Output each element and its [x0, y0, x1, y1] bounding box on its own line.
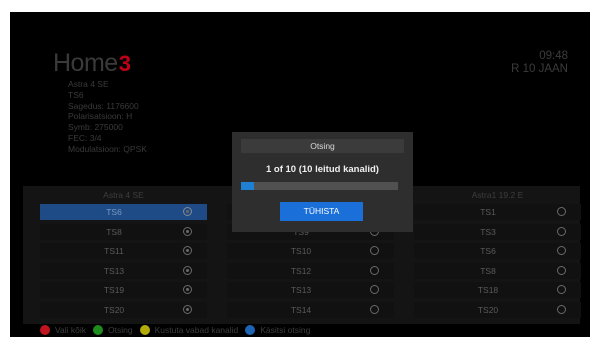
transponder-row[interactable]: TS20: [414, 301, 581, 318]
transponder-label: TS3: [480, 226, 496, 237]
transponder-label: TS8: [480, 265, 496, 276]
transponder-row[interactable]: TS10: [227, 243, 394, 259]
search-progress-fill: [241, 182, 254, 190]
logo-mark: 3: [118, 51, 131, 76]
transponder-label: TS20: [477, 304, 499, 315]
transponder-row[interactable]: TS8: [414, 262, 581, 279]
search-status: 1 of 10 (10 leitud kanalid): [266, 164, 379, 175]
transponder-row[interactable]: TS1: [414, 204, 581, 220]
legend-label: Vali kõik: [55, 325, 87, 335]
transponder-row[interactable]: TS13: [40, 262, 207, 279]
radio-icon[interactable]: [183, 207, 192, 216]
transponder-row[interactable]: TS14: [227, 301, 394, 318]
color-key-legend: Vali kõik Otsing Kustuta vabad kanalid Käsi…: [40, 324, 317, 336]
transponder-label: TS6: [480, 246, 496, 256]
polarization-text: Polarisatsioon: H: [68, 111, 133, 122]
radio-icon[interactable]: [370, 285, 379, 294]
radio-icon[interactable]: [183, 265, 192, 275]
radio-icon[interactable]: [557, 265, 566, 275]
radio-icon[interactable]: [370, 304, 379, 314]
transponder-row[interactable]: TS8: [40, 223, 207, 240]
frequency-text: Sagedus: 1176600: [68, 100, 139, 111]
satellite-name: Astra 4 SE: [68, 79, 109, 89]
transponder-row[interactable]: TS6: [414, 243, 581, 259]
dialog-title: Otsing: [241, 139, 404, 153]
transponder-label: TS13: [290, 285, 312, 295]
legend-label: Käsitsi otsing: [260, 325, 311, 335]
radio-icon[interactable]: [183, 285, 192, 294]
red-button-icon: [40, 325, 50, 335]
green-button-icon: [93, 325, 104, 335]
clock: 09:48 R 10 JAAN: [511, 50, 568, 76]
transponder-row[interactable]: TS11: [40, 243, 207, 259]
legend-item: Otsing: [93, 325, 133, 335]
legend-label: Otsing: [108, 325, 133, 335]
column-title: Astra1 19.2 E: [471, 190, 524, 200]
fec-text: FEC: 3/4: [68, 132, 102, 143]
transponder-row[interactable]: TS12: [227, 262, 394, 279]
tv-screen: Home3 Astra 4 SE TS6 Sagedus: 1176600 Po…: [10, 12, 590, 337]
yellow-button-icon: [139, 325, 150, 335]
radio-icon[interactable]: [183, 226, 192, 236]
transponder-label: TS1: [480, 207, 496, 217]
transponder-column: Astra1 19.2 E TS1 TS3 TS6 TS8 TS18 TS20: [414, 186, 581, 321]
legend-label: Kustuta vabad kanalid: [154, 325, 239, 335]
search-dialog: Otsing 1 of 10 (10 leitud kanalid) TÜHIS…: [232, 132, 413, 232]
radio-icon[interactable]: [557, 285, 566, 294]
radio-icon[interactable]: [557, 207, 566, 216]
modulation-text: Modulatsioon: QPSK: [68, 143, 147, 154]
transponder-label: TS11: [104, 246, 124, 256]
transponder-label: TS13: [103, 265, 125, 276]
radio-icon[interactable]: [370, 246, 379, 255]
transponder-row[interactable]: TS20: [40, 301, 207, 318]
transponder-label: TS18: [477, 285, 499, 295]
legend-item: Kustuta vabad kanalid: [139, 325, 239, 335]
radio-icon[interactable]: [183, 304, 192, 314]
transponder-info: Astra 4 SE TS6 Sagedus: 1176600 Polarisa…: [68, 79, 147, 155]
transponder-label: TS12: [290, 265, 312, 276]
legend-item: Vali kõik: [40, 325, 86, 335]
brand-logo: Home3: [53, 49, 131, 78]
transponder-row[interactable]: TS19: [40, 282, 207, 298]
cancel-button[interactable]: TÜHISTA: [280, 202, 363, 221]
transponder-label: TS6: [106, 207, 122, 217]
transponder-row[interactable]: TS6: [40, 204, 207, 220]
transponder-row[interactable]: TS18: [414, 282, 581, 298]
radio-icon[interactable]: [557, 304, 566, 314]
transponder-label: TS14: [290, 304, 312, 315]
clock-time: 09:48: [539, 50, 568, 62]
logo-text: Home: [53, 49, 118, 77]
transponder-label: TS10: [290, 246, 312, 256]
transponder-row[interactable]: TS3: [414, 223, 581, 240]
radio-icon[interactable]: [557, 226, 566, 236]
legend-item: Käsitsi otsing: [245, 325, 310, 335]
transponder-row[interactable]: TS13: [227, 282, 394, 298]
column-title: Astra 4 SE: [103, 190, 144, 200]
search-progress-bar: [241, 182, 398, 190]
transponder-name: TS6: [68, 89, 84, 100]
symbol-rate-text: Symb: 275000: [68, 122, 123, 133]
radio-icon[interactable]: [183, 246, 192, 255]
clock-date: R 10 JAAN: [511, 63, 568, 75]
radio-icon[interactable]: [370, 265, 379, 275]
transponder-label: TS19: [103, 285, 125, 295]
transponder-label: TS8: [106, 226, 122, 237]
transponder-label: TS20: [103, 304, 125, 315]
radio-icon[interactable]: [557, 246, 566, 255]
transponder-column: Astra 4 SE TS6 TS8 TS11 TS13 TS19 TS20: [40, 186, 207, 321]
blue-button-icon: [245, 325, 256, 335]
